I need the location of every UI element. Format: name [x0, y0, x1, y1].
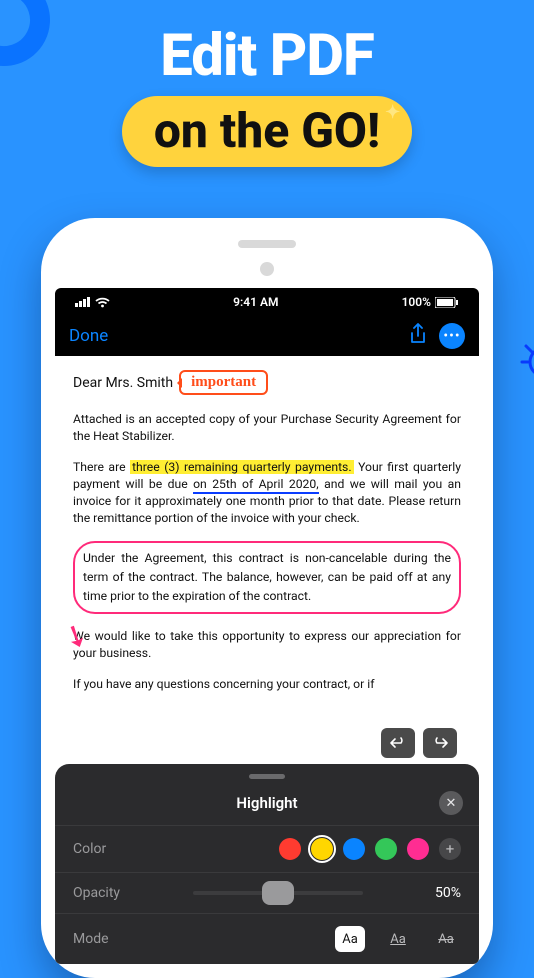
signal-icon	[75, 297, 91, 307]
mode-underline[interactable]: Aa	[383, 926, 413, 952]
phone-camera	[260, 262, 274, 276]
swatch-add[interactable]: +	[439, 838, 461, 860]
lightbulb-icon	[520, 326, 534, 394]
opacity-value: 50%	[435, 885, 461, 901]
swatch-pink[interactable]	[407, 838, 429, 860]
paragraph-1: Attached is an accepted copy of your Pur…	[73, 411, 461, 445]
swatch-yellow[interactable]	[311, 838, 333, 860]
phone-frame: 9:41 AM 100% Done ••• Dear Mrs. Smith im…	[41, 218, 493, 978]
swatch-red[interactable]	[279, 838, 301, 860]
mode-strike[interactable]: Aa	[431, 926, 461, 952]
panel-handle[interactable]	[249, 774, 285, 779]
paragraph-3: Under the Agreement, this contract is no…	[83, 551, 451, 603]
phone-speaker	[238, 240, 296, 248]
star-icon: ✦	[385, 102, 400, 123]
mode-highlight[interactable]: Aa	[335, 926, 365, 952]
status-bar: 9:41 AM 100%	[55, 288, 479, 316]
redo-button[interactable]	[423, 728, 457, 758]
share-icon[interactable]	[409, 323, 427, 349]
highlight-panel: Highlight ✕ Color + Opacity	[55, 764, 479, 964]
battery-icon	[435, 297, 459, 308]
wifi-icon	[95, 297, 110, 308]
phone-screen: 9:41 AM 100% Done ••• Dear Mrs. Smith im…	[55, 288, 479, 964]
hero-line1: Edit PDF	[0, 22, 534, 90]
opacity-slider[interactable]	[193, 891, 363, 895]
hero-pill: on the GO! ✦	[122, 96, 412, 167]
editor-toolbar: Done •••	[55, 316, 479, 356]
color-row: Color +	[55, 825, 479, 872]
color-label: Color	[73, 841, 106, 857]
hero: Edit PDF on the GO! ✦	[0, 0, 534, 167]
close-icon[interactable]: ✕	[439, 791, 463, 815]
underline-span[interactable]: on 25th of April 2020,	[193, 477, 319, 494]
color-swatches: +	[279, 838, 461, 860]
highlight-span[interactable]: three (3) remaining quarterly payments.	[130, 460, 354, 474]
undo-button[interactable]	[381, 728, 415, 758]
p2-a: There are	[73, 460, 130, 474]
mode-label: Mode	[73, 931, 109, 947]
opacity-label: Opacity	[73, 885, 120, 901]
opacity-row: Opacity 50%	[55, 872, 479, 913]
more-button[interactable]: •••	[439, 323, 465, 349]
swatch-green[interactable]	[375, 838, 397, 860]
battery-pct: 100%	[402, 295, 431, 309]
status-time: 9:41 AM	[233, 295, 278, 309]
paragraph-5: If you have any questions concerning you…	[73, 676, 461, 693]
paragraph-2: There are three (3) remaining quarterly …	[73, 459, 461, 527]
undo-redo-group	[381, 728, 457, 758]
done-button[interactable]: Done	[69, 326, 108, 346]
document-page[interactable]: Dear Mrs. Smith important Attached is an…	[55, 356, 479, 764]
greeting: Dear Mrs. Smith	[73, 375, 173, 391]
slider-thumb[interactable]	[262, 881, 294, 905]
circled-annotation[interactable]: Under the Agreement, this contract is no…	[73, 541, 461, 614]
mode-row: Mode Aa Aa Aa	[55, 913, 479, 964]
hero-line2: on the GO!	[154, 102, 380, 159]
panel-title: Highlight	[236, 794, 297, 812]
swatch-blue[interactable]	[343, 838, 365, 860]
paragraph-4: We would like to take this opportunity t…	[73, 628, 461, 662]
annotation-callout[interactable]: important	[179, 370, 268, 395]
